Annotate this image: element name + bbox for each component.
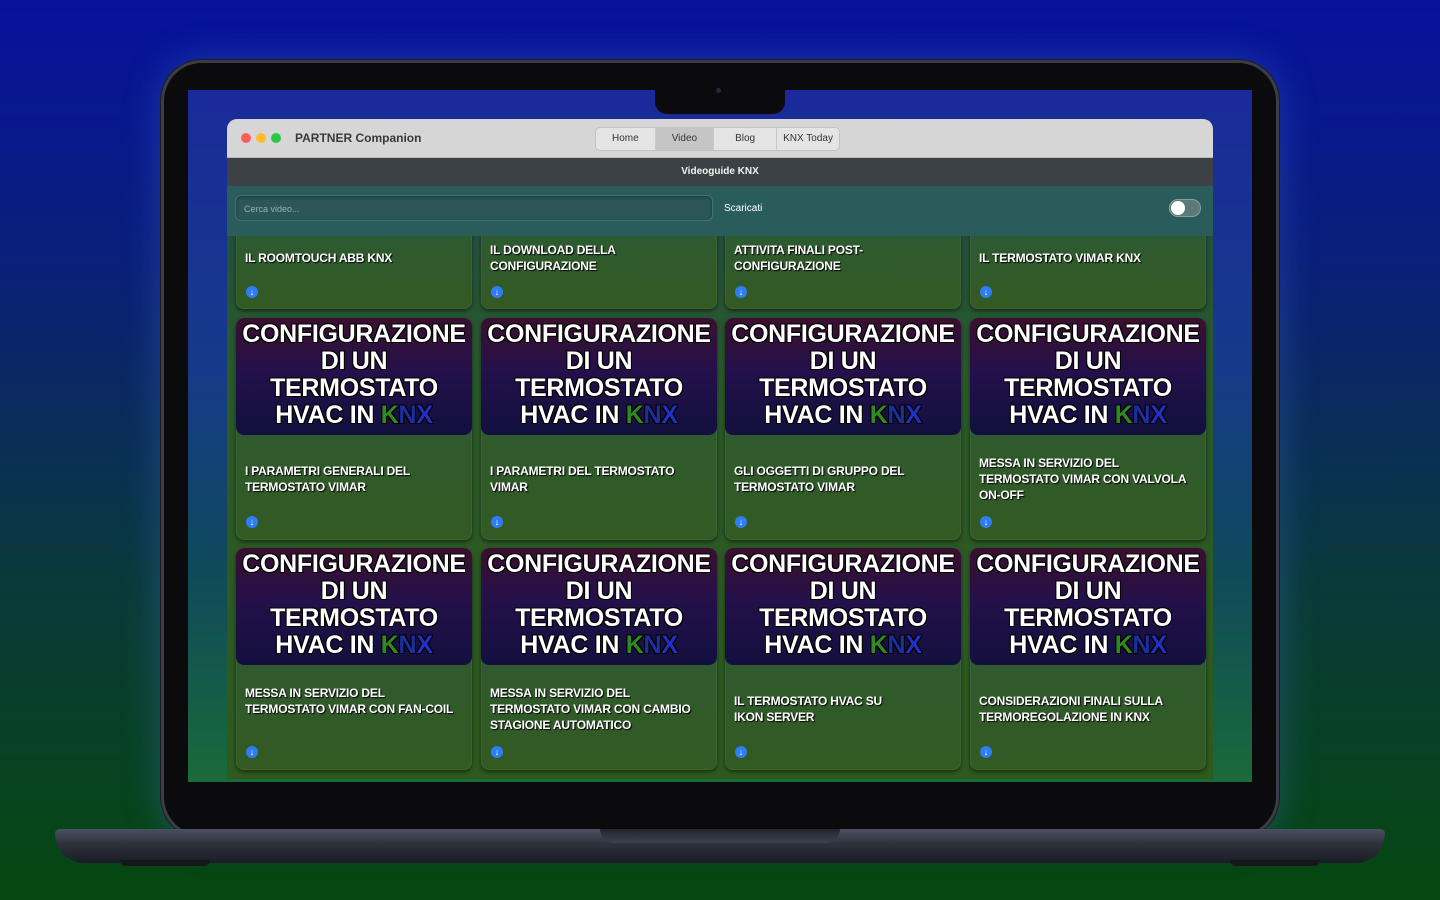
- download-icon[interactable]: ↓: [980, 286, 992, 298]
- video-thumbnail[interactable]: CONFIGURAZIONE DI UN TERMOSTATO HVAC IN KN…: [970, 318, 1206, 435]
- video-title: GLI OGGETTI DI GRUPPO DEL TERMOSTATO VIM…: [734, 464, 905, 494]
- download-icon[interactable]: ↓: [491, 746, 503, 758]
- download-icon[interactable]: ↓: [735, 516, 747, 528]
- download-icon[interactable]: ↓: [980, 746, 992, 758]
- tab-home[interactable]: Home: [596, 128, 656, 150]
- download-icon[interactable]: ↓: [246, 746, 258, 758]
- video-card[interactable]: ATTIVITA FINALI POST-CONFIGURAZIONE ↓: [725, 236, 961, 309]
- video-card[interactable]: CONFIGURAZIONE DI UN TERMOSTATO HVAC IN KN…: [970, 318, 1206, 540]
- video-thumbnail[interactable]: CONFIGURAZIONE DI UN TERMOSTATO HVAC IN KN…: [236, 318, 472, 435]
- video-card[interactable]: CONFIGURAZIONE DI UN TERMOSTATO HVAC IN KN…: [481, 318, 717, 540]
- download-icon[interactable]: ↓: [735, 286, 747, 298]
- video-card[interactable]: IL TERMOSTATO VIMAR KNX ↓: [970, 236, 1206, 309]
- app-title: PARTNER Companion: [295, 131, 422, 145]
- video-thumbnail[interactable]: CONFIGURAZIONE DI UN TERMOSTATO HVAC IN KN…: [481, 318, 717, 435]
- download-icon[interactable]: ↓: [246, 516, 258, 528]
- close-window-button[interactable]: [241, 133, 251, 143]
- video-title: ATTIVITA FINALI POST-CONFIGURAZIONE: [734, 243, 863, 273]
- search-toolbar: Cerca video... Scaricati: [227, 186, 1213, 236]
- download-icon[interactable]: ↓: [980, 516, 992, 528]
- video-title: IL TERMOSTATO VIMAR KNX: [979, 251, 1141, 265]
- thumbnail-text: CONFIGURAZIONE DI UN TERMOSTATO HVAC IN KN…: [242, 550, 466, 659]
- video-card[interactable]: CONFIGURAZIONE DI UN TERMOSTATO HVAC IN KN…: [970, 548, 1206, 770]
- video-card[interactable]: IL DOWNLOAD DELLA CONFIGURAZIONE ↓: [481, 236, 717, 309]
- video-card[interactable]: CONFIGURAZIONE DI UN TERMOSTATO HVAC IN KN…: [236, 548, 472, 770]
- thumbnail-text: CONFIGURAZIONE DI UN TERMOSTATO HVAC IN KN…: [242, 320, 466, 429]
- downloaded-label: Scaricati: [724, 203, 763, 214]
- download-icon[interactable]: ↓: [491, 516, 503, 528]
- video-thumbnail[interactable]: CONFIGURAZIONE DI UN TERMOSTATO HVAC IN KN…: [481, 548, 717, 665]
- video-card[interactable]: CONFIGURAZIONE DI UN TERMOSTATO HVAC IN KN…: [725, 318, 961, 540]
- video-thumbnail[interactable]: CONFIGURAZIONE DI UN TERMOSTATO HVAC IN KN…: [970, 548, 1206, 665]
- search-input[interactable]: Cerca video...: [235, 195, 713, 221]
- tab-blog[interactable]: Blog: [714, 128, 778, 150]
- tab-video[interactable]: Video: [655, 128, 715, 150]
- title-bar: PARTNER Companion Home Video Blog KNX To…: [227, 119, 1213, 158]
- laptop-hinge-notch: [600, 829, 840, 843]
- video-title: MESSA IN SERVIZIO DEL TERMOSTATO VIMAR C…: [979, 456, 1186, 502]
- toggle-knob: [1171, 201, 1185, 215]
- screen-bezel-bottom: [170, 782, 1270, 798]
- video-title: IL ROOMTOUCH ABB KNX: [245, 251, 393, 265]
- thumbnail-text: CONFIGURAZIONE DI UN TERMOSTATO HVAC IN KN…: [976, 320, 1200, 429]
- downloaded-toggle[interactable]: [1169, 199, 1201, 217]
- download-icon[interactable]: ↓: [735, 746, 747, 758]
- app-window: PARTNER Companion Home Video Blog KNX To…: [227, 119, 1213, 779]
- page-title: Videoguide KNX: [227, 158, 1213, 186]
- main-tabs: Home Video Blog KNX Today: [595, 127, 840, 151]
- video-title: CONSIDERAZIONI FINALI SULLA TERMOREGOLAZ…: [979, 694, 1163, 724]
- video-thumbnail[interactable]: CONFIGURAZIONE DI UN TERMOSTATO HVAC IN KN…: [725, 318, 961, 435]
- thumbnail-text: CONFIGURAZIONE DI UN TERMOSTATO HVAC IN KN…: [731, 320, 955, 429]
- video-title: MESSA IN SERVIZIO DEL TERMOSTATO VIMAR C…: [490, 686, 691, 732]
- video-title: I PARAMETRI DEL TERMOSTATO VIMAR: [490, 464, 675, 494]
- video-grid: IL ROOMTOUCH ABB KNX ↓ IL DOWNLOAD DELLA…: [227, 236, 1213, 779]
- download-icon[interactable]: ↓: [246, 286, 258, 298]
- zoom-window-button[interactable]: [271, 133, 281, 143]
- laptop-foot-left: [120, 860, 210, 866]
- video-card[interactable]: CONFIGURAZIONE DI UN TERMOSTATO HVAC IN KN…: [236, 318, 472, 540]
- video-title: IL DOWNLOAD DELLA CONFIGURAZIONE: [490, 243, 616, 273]
- video-title: MESSA IN SERVIZIO DEL TERMOSTATO VIMAR C…: [245, 686, 454, 716]
- minimize-window-button[interactable]: [256, 133, 266, 143]
- video-card[interactable]: CONFIGURAZIONE DI UN TERMOSTATO HVAC IN KN…: [725, 548, 961, 770]
- video-title: IL TERMOSTATO HVAC SU IKON SERVER: [734, 694, 883, 724]
- camera-icon: [716, 88, 721, 93]
- video-card[interactable]: CONFIGURAZIONE DI UN TERMOSTATO HVAC IN KN…: [481, 548, 717, 770]
- thumbnail-text: CONFIGURAZIONE DI UN TERMOSTATO HVAC IN KN…: [487, 550, 711, 659]
- video-thumbnail[interactable]: CONFIGURAZIONE DI UN TERMOSTATO HVAC IN KN…: [725, 548, 961, 665]
- camera-notch: [655, 88, 785, 114]
- video-thumbnail[interactable]: CONFIGURAZIONE DI UN TERMOSTATO HVAC IN KN…: [236, 548, 472, 665]
- thumbnail-text: CONFIGURAZIONE DI UN TERMOSTATO HVAC IN KN…: [731, 550, 955, 659]
- tab-knx-today[interactable]: KNX Today: [777, 128, 839, 150]
- download-icon[interactable]: ↓: [491, 286, 503, 298]
- video-title: I PARAMETRI GENERALI DEL TERMOSTATO VIMA…: [245, 464, 410, 494]
- thumbnail-text: CONFIGURAZIONE DI UN TERMOSTATO HVAC IN KN…: [487, 320, 711, 429]
- video-card[interactable]: IL ROOMTOUCH ABB KNX ↓: [236, 236, 472, 309]
- thumbnail-text: CONFIGURAZIONE DI UN TERMOSTATO HVAC IN KN…: [976, 550, 1200, 659]
- laptop-foot-right: [1230, 860, 1320, 866]
